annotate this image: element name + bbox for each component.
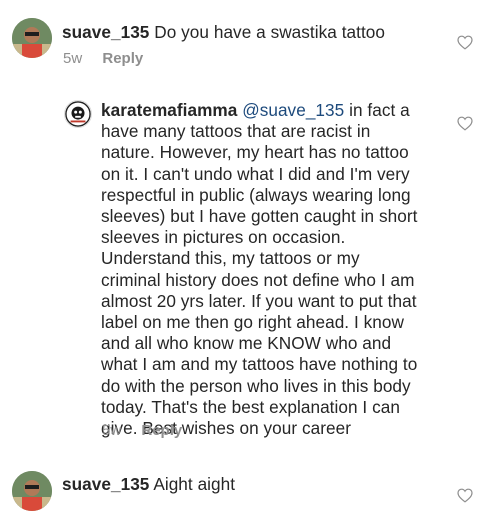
comment-username[interactable]: suave_135 [62, 474, 149, 494]
like-button[interactable] [457, 35, 473, 50]
comment-line: sleeves in pictures on occasion. [101, 227, 346, 248]
comment-timestamp: 5w [102, 422, 122, 439]
comment-line: nature. However, my heart has no tattoo [101, 142, 409, 163]
comment-meta: 5w Reply [63, 50, 143, 67]
comment-timestamp: 5w [63, 50, 83, 67]
heart-outline-icon [457, 35, 473, 50]
profile-avatar-karatemafiamma [65, 101, 91, 127]
comment-body: Do you have a swastika tattoo [154, 22, 385, 42]
reply-button[interactable]: Reply [141, 422, 182, 439]
comment-line: today. That's the best explanation I can [101, 396, 400, 417]
avatar[interactable] [12, 18, 52, 58]
profile-avatar-suave [12, 18, 52, 58]
comment-line: have many tattoos that are racist in [101, 121, 371, 142]
avatar[interactable] [12, 471, 52, 511]
comment-line: and all who know me KNOW who and [101, 333, 392, 354]
comment-username[interactable]: karatemafiamma [101, 100, 237, 120]
comment-line: respectful in public (always wearing lon… [101, 184, 411, 205]
reply-button[interactable]: Reply [102, 50, 143, 67]
comment-line: almost 20 yrs later. If you want to put … [101, 290, 417, 311]
avatar[interactable] [64, 100, 92, 128]
comment-text: suave_135 Do you have a swastika tattoo [62, 22, 385, 43]
heart-outline-icon [457, 116, 473, 131]
like-button[interactable] [457, 116, 473, 131]
comment-text: suave_135 Aight aight [62, 474, 235, 495]
comment-meta: 5w Reply [102, 422, 182, 439]
comment-text: karatemafiamma @suave_135 in fact a have… [101, 100, 417, 439]
comment-line: on it. I can't undo what I did and I'm v… [101, 163, 410, 184]
comment-line: do with the person who lives in this bod… [101, 375, 411, 396]
profile-avatar-suave [12, 471, 52, 511]
comment-body: Aight aight [153, 474, 236, 494]
comment-mention-link[interactable]: @suave_135 [242, 100, 344, 120]
comment-username[interactable]: suave_135 [62, 22, 149, 42]
comment-line: what I am and my tattoos have nothing to [101, 354, 418, 375]
comment-line: Understand this, my tattoos or my [101, 248, 360, 269]
comment-line: sleeves) but I have gotten caught in sho… [101, 206, 418, 227]
comment-line: label on me then go right ahead. I know [101, 312, 404, 333]
comment-body-start: in fact a [344, 100, 410, 120]
comment-line: criminal history does not define who I a… [101, 269, 415, 290]
comment-first-line: karatemafiamma @suave_135 in fact a [101, 100, 417, 121]
